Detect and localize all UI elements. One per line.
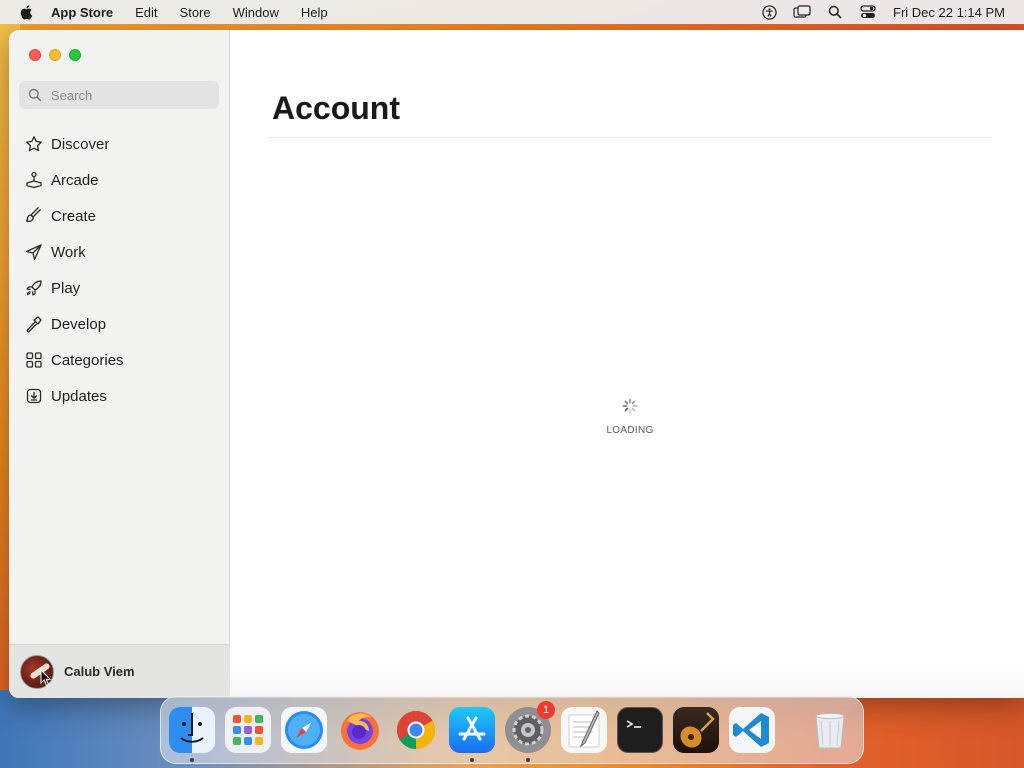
running-indicator	[470, 758, 474, 762]
dock-launchpad[interactable]	[225, 707, 271, 753]
trash-icon	[815, 713, 845, 749]
sidebar-item-label: Create	[51, 207, 97, 225]
joystick-icon	[25, 171, 43, 189]
star-icon	[25, 135, 43, 153]
running-indicator	[526, 758, 530, 762]
dock-system-settings[interactable]: 1	[505, 701, 555, 762]
spinner-icon	[622, 398, 638, 414]
sidebar-item-discover[interactable]: Discover	[9, 126, 230, 162]
dock-trash[interactable]	[807, 707, 853, 753]
dock-finder[interactable]	[169, 707, 215, 762]
control-center-icon[interactable]	[859, 4, 877, 20]
sidebar-item-play[interactable]: Play	[9, 270, 230, 306]
dock-firefox[interactable]	[337, 707, 383, 753]
dock-garageband[interactable]	[673, 707, 719, 753]
safari-icon	[285, 711, 323, 749]
sidebar-item-categories[interactable]: Categories	[9, 342, 230, 378]
sidebar-item-create[interactable]: Create	[9, 198, 230, 234]
minimize-button[interactable]	[49, 49, 61, 61]
search-icon	[28, 88, 42, 102]
dock-vscode[interactable]	[729, 707, 775, 753]
account-name[interactable]: Calub Viem	[64, 664, 135, 679]
terminal-icon	[626, 720, 641, 728]
spotlight-search-icon[interactable]	[826, 4, 844, 20]
sidebar-item-label: Arcade	[51, 171, 99, 189]
sidebar-item-work[interactable]: Work	[9, 234, 230, 270]
search-field[interactable]	[19, 81, 219, 109]
dock-safari[interactable]	[281, 707, 327, 753]
menu-store[interactable]: Store	[180, 5, 211, 20]
sidebar-item-label: Develop	[51, 315, 107, 333]
sidebar-item-label: Updates	[51, 387, 107, 405]
sidebar-item-label: Discover	[51, 135, 110, 153]
screen-mirroring-icon[interactable]	[793, 4, 811, 20]
running-indicator	[190, 758, 194, 762]
finder-icon	[180, 713, 204, 743]
page-title: Account	[272, 90, 400, 126]
mouse-cursor-icon	[40, 669, 52, 686]
close-button[interactable]	[29, 49, 41, 61]
notification-badge: 1	[537, 701, 555, 719]
menu-help[interactable]: Help	[301, 5, 328, 20]
rocket-icon	[25, 279, 43, 297]
app-store-icon	[458, 716, 486, 741]
menu-window[interactable]: Window	[233, 5, 279, 20]
main-content: Account LOADING	[230, 30, 1024, 698]
textedit-icon	[568, 710, 600, 748]
dock-textedit[interactable]	[561, 707, 607, 753]
paperplane-icon	[25, 243, 43, 261]
dock: 1	[160, 696, 864, 764]
sidebar-item-develop[interactable]: Develop	[9, 306, 230, 342]
sidebar-nav: Discover Arcade Create Work Play Develop…	[9, 126, 230, 414]
window-controls	[29, 49, 81, 61]
loading-indicator: LOADING	[600, 398, 660, 436]
hammer-icon	[25, 315, 43, 333]
firefox-icon	[341, 712, 379, 750]
download-icon	[25, 387, 43, 405]
search-input[interactable]	[51, 87, 201, 103]
sidebar-item-label: Play	[51, 279, 81, 297]
title-divider	[268, 137, 992, 138]
vscode-icon	[733, 713, 769, 747]
brush-icon	[25, 207, 43, 225]
accessibility-icon[interactable]	[760, 4, 778, 20]
dock-chrome[interactable]	[393, 707, 439, 753]
sidebar-item-label: Categories	[51, 351, 124, 369]
chrome-icon	[396, 710, 436, 750]
dock-app-store[interactable]	[449, 707, 495, 762]
grid-icon	[25, 351, 43, 369]
sidebar-item-arcade[interactable]: Arcade	[9, 162, 230, 198]
sidebar: Discover Arcade Create Work	[9, 30, 230, 698]
sidebar-item-label: Work	[51, 243, 86, 261]
dock-terminal[interactable]	[617, 707, 663, 753]
apple-icon[interactable]	[19, 4, 35, 20]
menu-app-name[interactable]: App Store	[51, 5, 113, 20]
app-store-window: Discover Arcade Create Work	[9, 30, 1024, 698]
sidebar-item-updates[interactable]: Updates	[9, 378, 230, 414]
guitar-icon	[680, 712, 715, 748]
menu-bar: App Store Edit Store Window Help Fri Dec…	[0, 0, 1024, 24]
maximize-button[interactable]	[69, 49, 81, 61]
bottom-fade	[230, 662, 1024, 698]
menu-edit[interactable]: Edit	[135, 5, 157, 20]
loading-text: LOADING	[606, 425, 654, 436]
menu-clock[interactable]: Fri Dec 22 1:14 PM	[893, 5, 1005, 20]
launchpad-icon	[233, 715, 263, 745]
